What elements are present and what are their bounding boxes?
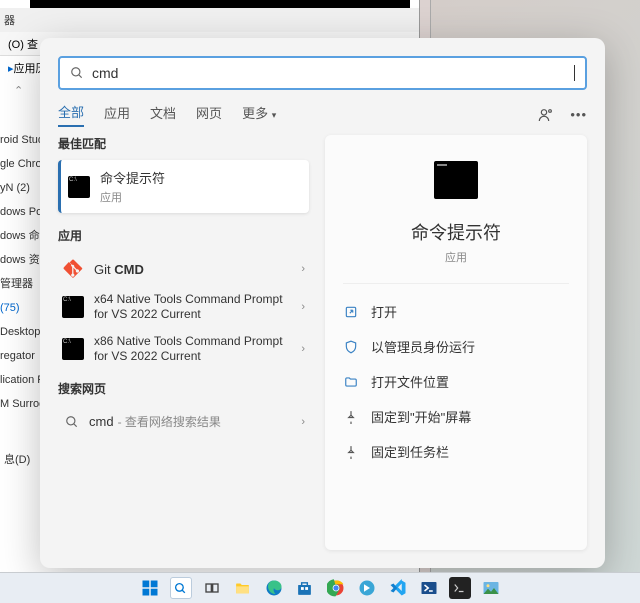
web-result[interactable]: cmd - 查看网络搜索结果 ›: [58, 405, 309, 438]
explorer-icon[interactable]: [232, 577, 254, 599]
pin-icon: [343, 445, 359, 459]
cmd-icon: C:\: [62, 296, 84, 318]
search-icon: [70, 66, 84, 80]
more-icon[interactable]: •••: [570, 107, 587, 123]
web-suffix: - 查看网络搜索结果: [118, 413, 221, 430]
tab-docs[interactable]: 文档: [150, 103, 176, 126]
app-result-x86-tools[interactable]: C:\ x86 Native Tools Command Prompt for …: [58, 328, 309, 370]
open-icon: [343, 305, 359, 319]
tab-all[interactable]: 全部: [58, 102, 84, 127]
start-button[interactable]: [139, 577, 161, 599]
tab-web[interactable]: 网页: [196, 103, 222, 126]
preview-subtitle: 应用: [325, 249, 587, 265]
app-result-x64-tools[interactable]: C:\ x64 Native Tools Command Prompt for …: [58, 286, 309, 328]
best-match-result[interactable]: C:\ 命令提示符 应用: [58, 160, 309, 213]
chevron-right-icon: ›: [301, 301, 305, 313]
app-icon-blue[interactable]: [356, 577, 378, 599]
background-footer: 息(D): [4, 451, 30, 467]
search-web-heading: 搜索网页: [58, 380, 309, 397]
tab-more[interactable]: 更多 ▾: [242, 103, 276, 126]
search-input[interactable]: [92, 65, 576, 81]
results-column: 最佳匹配 C:\ 命令提示符 应用 应用 Git CMD › C:\: [58, 135, 309, 550]
task-view[interactable]: [201, 577, 223, 599]
account-icon[interactable]: [538, 107, 554, 123]
pin-icon: [343, 410, 359, 424]
terminal-icon[interactable]: [449, 577, 471, 599]
action-open-location[interactable]: 打开文件位置: [325, 364, 587, 399]
vscode-icon[interactable]: [387, 577, 409, 599]
folder-icon: [343, 375, 359, 389]
app-title: x86 Native Tools Command Prompt for VS 2…: [94, 334, 295, 364]
preview-panel: 命令提示符 应用 打开 以管理员身份运行 打开文件位置: [325, 135, 587, 550]
apps-heading: 应用: [58, 227, 309, 244]
chevron-right-icon: ›: [301, 343, 305, 355]
action-pin-taskbar[interactable]: 固定到任务栏: [325, 434, 587, 469]
web-query: cmd: [89, 414, 114, 429]
taskbar: [0, 572, 640, 603]
git-icon: [62, 258, 84, 280]
taskbar-search[interactable]: [170, 577, 192, 599]
search-box[interactable]: [58, 56, 587, 90]
store-icon[interactable]: [294, 577, 316, 599]
best-match-heading: 最佳匹配: [58, 135, 309, 152]
app-result-git-cmd[interactable]: Git CMD ›: [58, 252, 309, 286]
tab-apps[interactable]: 应用: [104, 103, 130, 126]
chrome-icon[interactable]: [325, 577, 347, 599]
tabs-row: 全部 应用 文档 网页 更多 ▾ •••: [40, 90, 605, 135]
action-run-admin[interactable]: 以管理员身份运行: [325, 329, 587, 364]
preview-title: 命令提示符: [325, 219, 587, 245]
action-pin-start[interactable]: 固定到"开始"屏幕: [325, 399, 587, 434]
text-cursor: [574, 65, 575, 81]
chevron-right-icon: ›: [301, 416, 305, 428]
search-icon: [65, 415, 79, 429]
action-open[interactable]: 打开: [325, 294, 587, 329]
search-panel: 全部 应用 文档 网页 更多 ▾ ••• 最佳匹配 C:\ 命令提示符 应用 应…: [40, 38, 605, 568]
edge-icon[interactable]: [263, 577, 285, 599]
chevron-right-icon: ›: [301, 263, 305, 275]
background-list: roid Stud gle Chro yN (2) dows Po dows 命…: [0, 128, 40, 416]
shield-icon: [343, 340, 359, 354]
preview-app-icon: [434, 161, 478, 199]
app-title: x64 Native Tools Command Prompt for VS 2…: [94, 292, 295, 322]
powershell-icon[interactable]: [418, 577, 440, 599]
photos-icon[interactable]: [480, 577, 502, 599]
best-match-title: 命令提示符: [100, 168, 299, 187]
cmd-icon: C:\: [68, 176, 90, 198]
best-match-subtitle: 应用: [100, 189, 299, 205]
app-title: Git CMD: [94, 262, 295, 277]
cmd-icon: C:\: [62, 338, 84, 360]
